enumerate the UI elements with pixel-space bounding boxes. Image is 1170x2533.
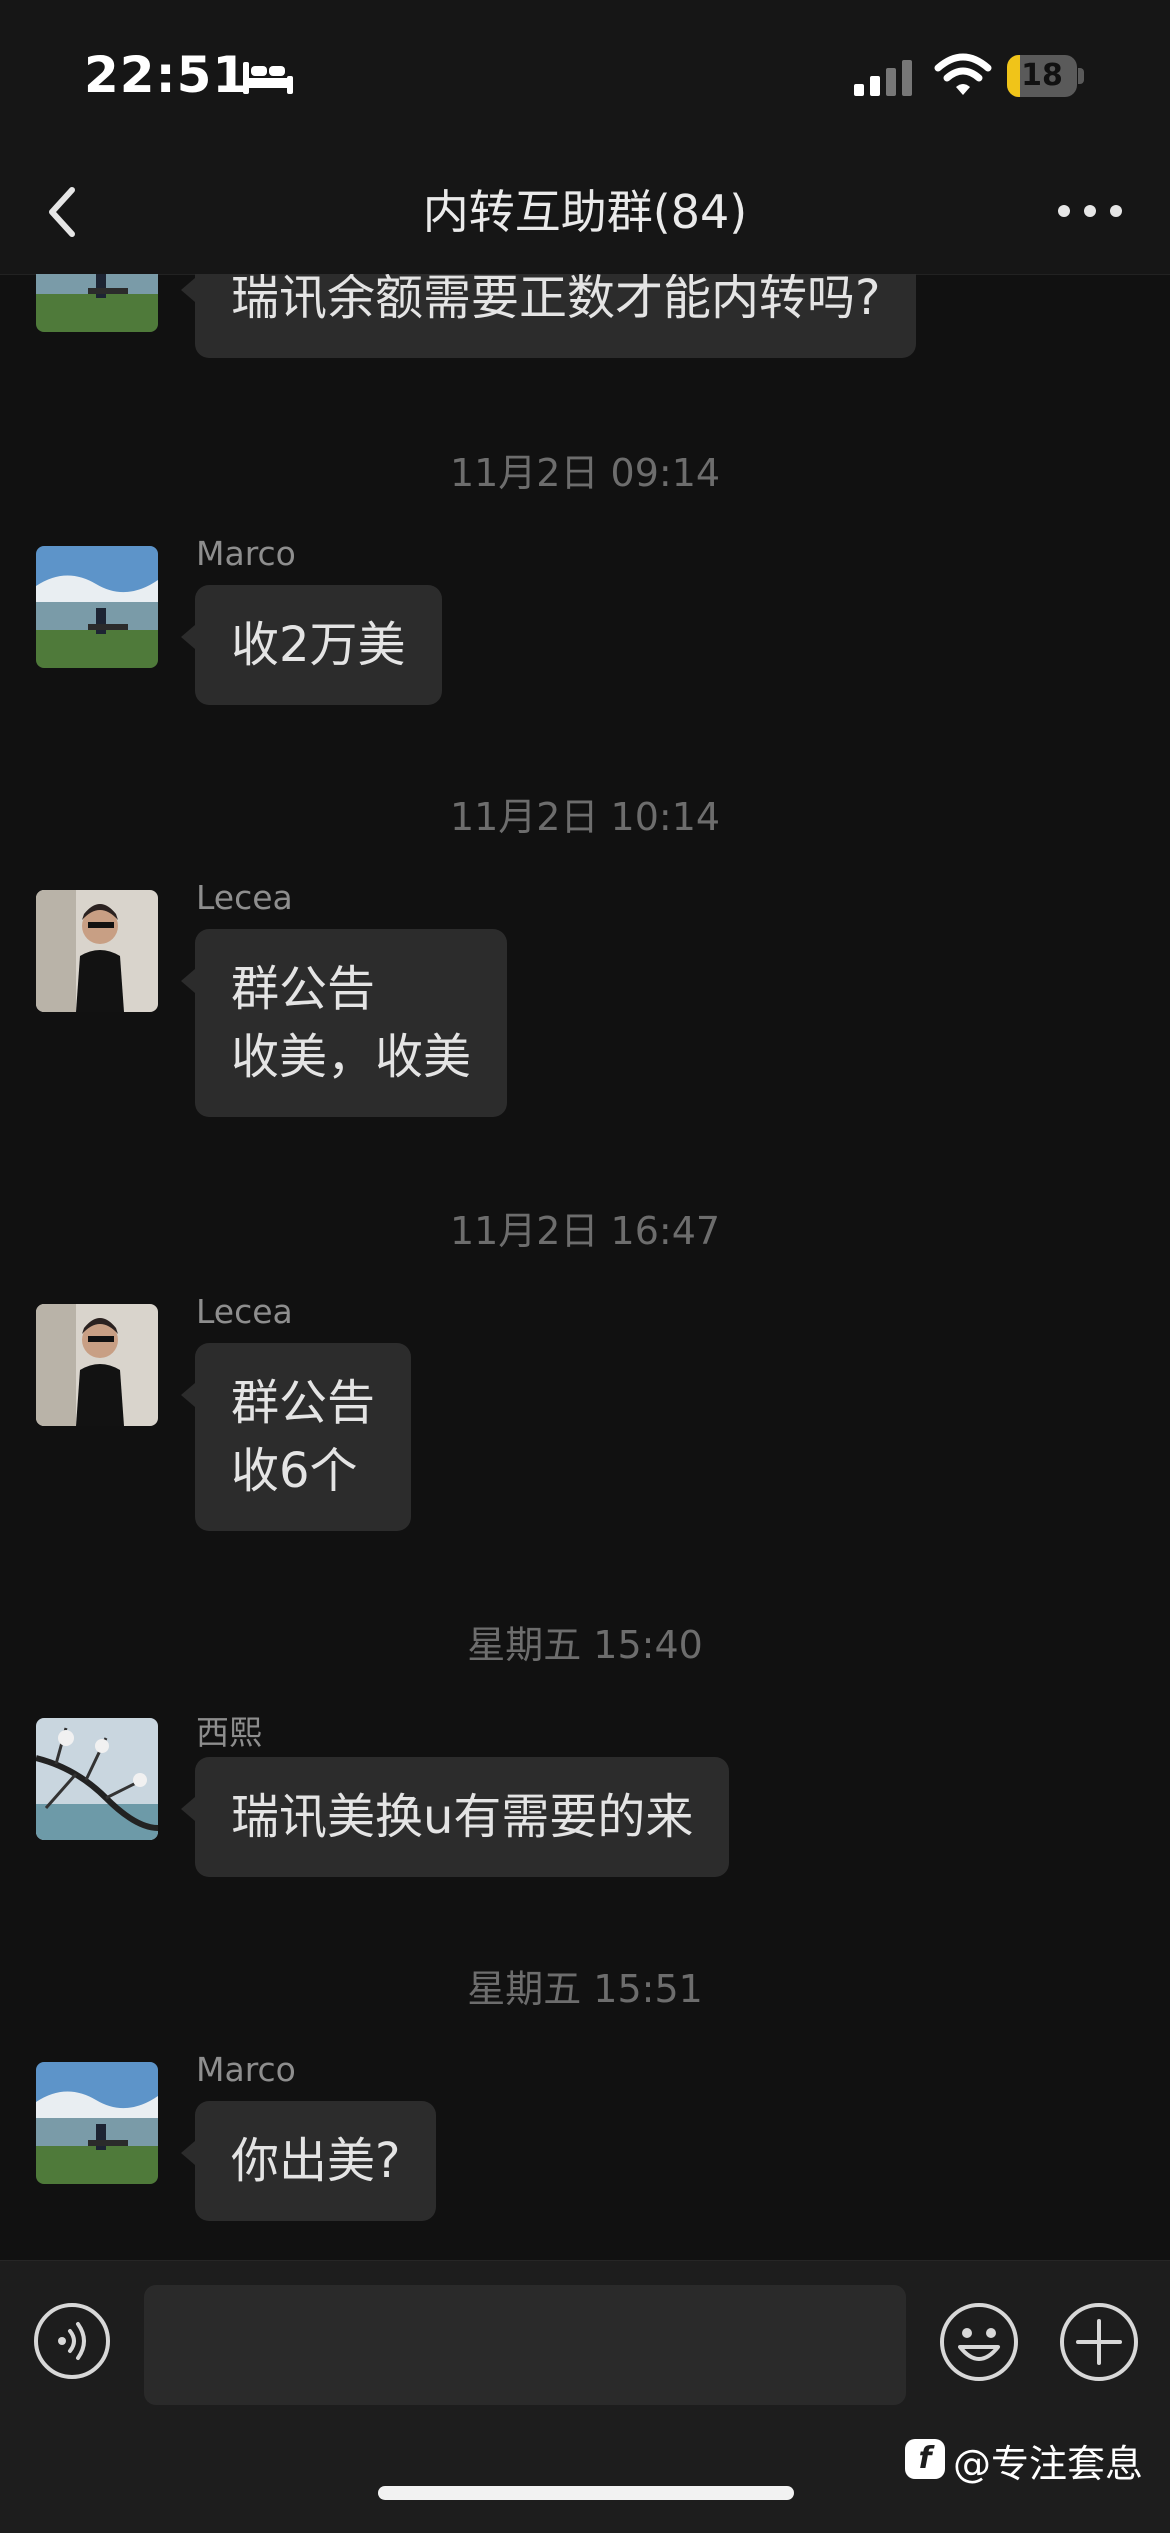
message-bubble[interactable]: 瑞讯余额需要正数才能内转吗? xyxy=(180,274,917,358)
message-bubble[interactable]: 群公告 收6个 xyxy=(180,1343,412,1531)
message-timestamp: 11月2日 16:47 xyxy=(449,1209,721,1253)
sender-name: Marco xyxy=(196,2050,296,2089)
more-dots-icon[interactable] xyxy=(1050,186,1130,236)
sender-name: Marco xyxy=(196,534,296,573)
sender-name: Lecea xyxy=(196,1292,293,1331)
watermark-logo: f xyxy=(905,2439,945,2479)
chat-title: 内转互助群(84) xyxy=(422,185,748,239)
woman-portrait-avatar[interactable] xyxy=(36,1304,158,1426)
lake-landscape-avatar[interactable] xyxy=(36,2062,158,2184)
nav-bar: 内转互助群(84) xyxy=(0,150,1170,275)
message-bubble[interactable]: 你出美? xyxy=(180,2101,437,2221)
status-time: 22:51 xyxy=(84,46,249,104)
message-list[interactable]: 瑞讯余额需要正数才能内转吗? 11月2日 09:14 Marco 收2万美 11… xyxy=(0,274,1170,2260)
tree-branches-avatar[interactable] xyxy=(36,1718,158,1840)
sender-name: Lecea xyxy=(196,878,293,917)
message-bubble[interactable]: 群公告 收美，收美 xyxy=(180,929,508,1117)
emoji-icon[interactable] xyxy=(938,2301,1020,2383)
message-timestamp: 11月2日 10:14 xyxy=(449,795,721,839)
battery-level: 18 xyxy=(1021,58,1063,93)
message-timestamp: 星期五 15:40 xyxy=(467,1623,703,1667)
input-bar: f @专注套息 xyxy=(0,2260,1170,2533)
home-indicator[interactable] xyxy=(378,2486,794,2500)
watermark-text: @专注套息 xyxy=(953,2442,1144,2486)
woman-portrait-avatar[interactable] xyxy=(36,890,158,1012)
lake-landscape-avatar[interactable] xyxy=(36,546,158,668)
status-bar: 22:51 18 xyxy=(0,0,1170,150)
message-bubble[interactable]: 收2万美 xyxy=(181,585,442,705)
sender-name: 西熙 xyxy=(196,1713,262,1752)
wifi-icon xyxy=(934,53,992,95)
plus-icon[interactable] xyxy=(1058,2301,1140,2383)
bed-icon xyxy=(243,62,293,94)
lake-landscape-avatar[interactable] xyxy=(36,274,158,332)
message-input[interactable] xyxy=(144,2285,906,2405)
voice-input-icon[interactable] xyxy=(32,2301,112,2381)
message-timestamp: 11月2日 09:14 xyxy=(449,451,721,495)
message-bubble[interactable]: 瑞讯美换u有需要的来 xyxy=(180,1757,730,1877)
message-timestamp: 星期五 15:51 xyxy=(467,1967,703,2011)
battery-indicator: 18 xyxy=(1007,55,1085,97)
cellular-signal-icon xyxy=(854,60,912,96)
